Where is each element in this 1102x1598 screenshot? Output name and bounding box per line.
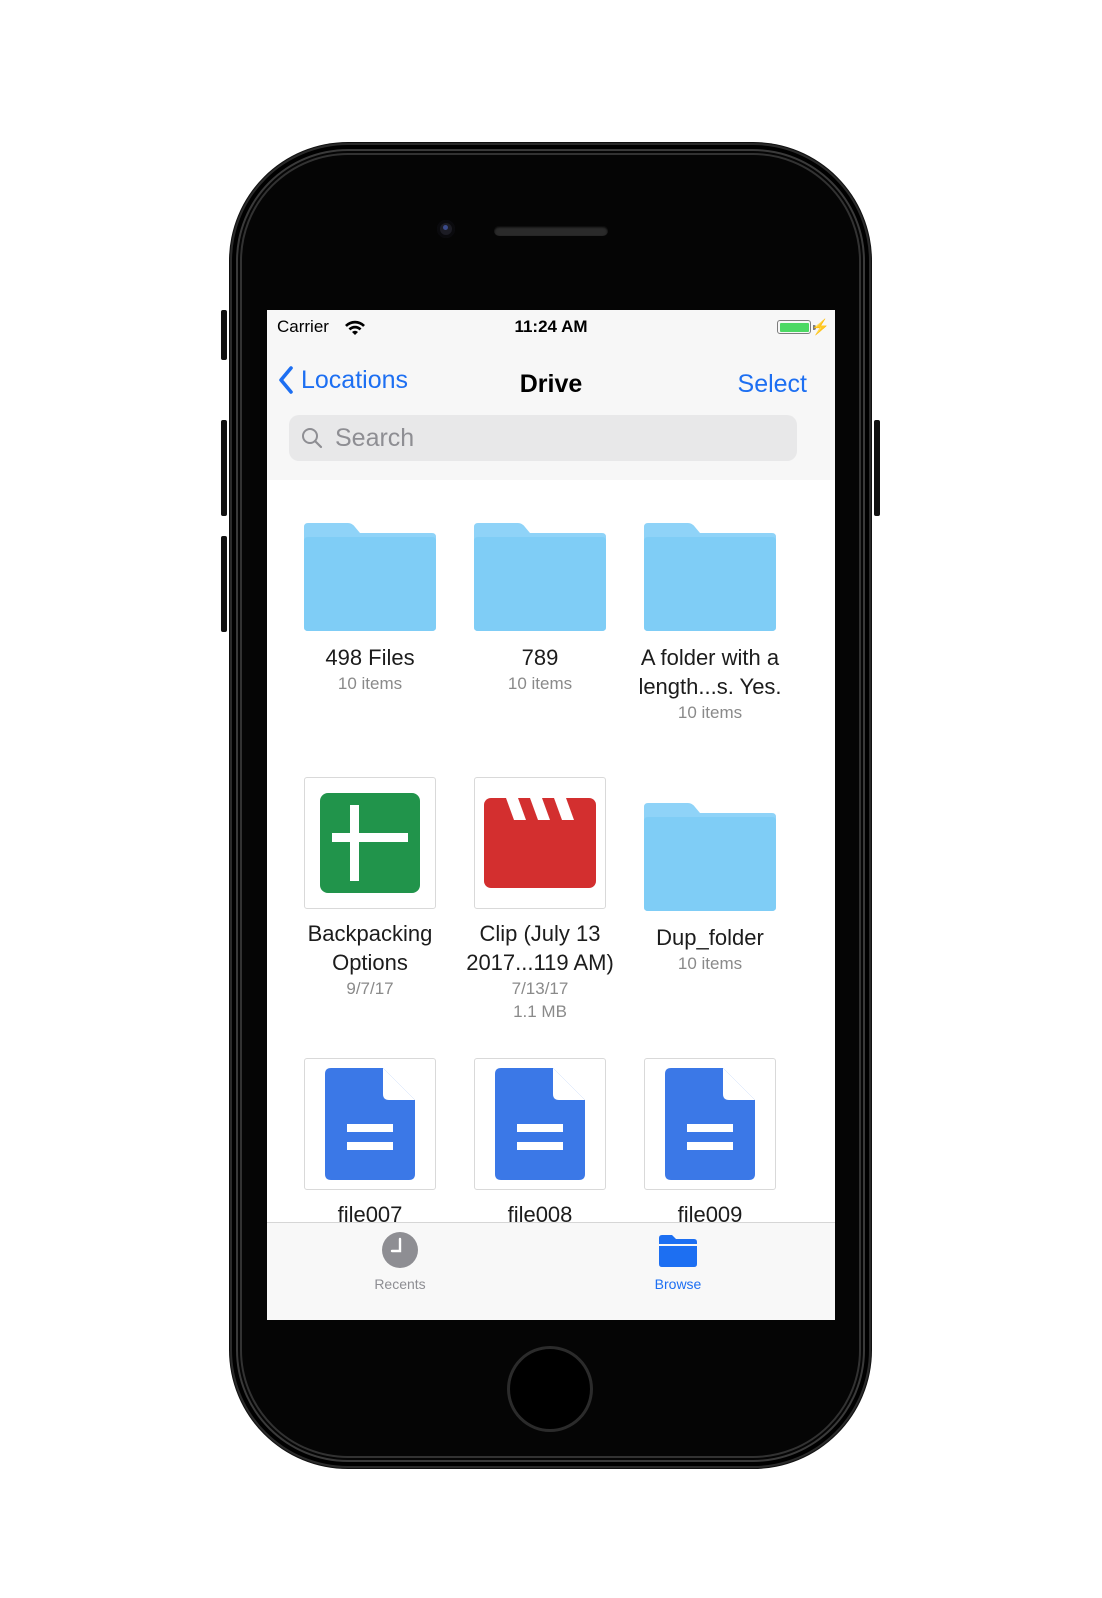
clapperboard-icon	[484, 798, 596, 888]
file-grid: 498 Files 10 items 789 10 items A folder…	[267, 480, 835, 1222]
tab-bar: Recents Browse	[267, 1222, 835, 1320]
tab-browse[interactable]: Browse	[618, 1231, 738, 1292]
item-meta: 10 items	[677, 703, 743, 722]
navigation-bar: Locations Drive Select	[267, 350, 835, 414]
item-name: file008	[507, 1202, 573, 1222]
item-name: 789	[521, 645, 559, 670]
document-thumbnail	[304, 1058, 436, 1190]
item-name: file009	[677, 1202, 743, 1222]
folder-icon	[302, 523, 438, 633]
tab-recents-label: Recents	[374, 1276, 426, 1292]
search-bar-container	[267, 414, 835, 480]
item-meta: 7/13/17	[511, 979, 569, 998]
grid-item-document[interactable]: file009	[625, 1058, 795, 1222]
front-camera	[437, 220, 455, 238]
select-button[interactable]: Select	[738, 370, 807, 399]
grid-item-document[interactable]: file007	[285, 1058, 455, 1222]
search-field[interactable]	[289, 415, 797, 461]
document-thumbnail	[644, 1058, 776, 1190]
document-thumbnail	[474, 1058, 606, 1190]
grid-item-video[interactable]: Clip (July 13 2017...119 AM) 7/13/17 1.1…	[455, 777, 625, 1023]
folder-icon	[642, 803, 778, 913]
folder-icon	[642, 523, 778, 633]
folder-icon	[659, 1235, 697, 1267]
volume-down-button	[221, 536, 227, 632]
item-size: 1.1 MB	[513, 1002, 567, 1021]
clock-icon	[382, 1232, 418, 1268]
item-meta: 10 items	[507, 674, 573, 693]
status-bar: Carrier 11:24 AM ⚡	[267, 310, 835, 350]
tab-browse-label: Browse	[654, 1276, 702, 1292]
search-input[interactable]	[333, 422, 777, 454]
home-button[interactable]	[507, 1346, 593, 1432]
folder-icon	[472, 523, 608, 633]
screen: Carrier 11:24 AM ⚡ Locations Drive Selec…	[267, 310, 835, 1320]
item-name: Backpacking Options	[307, 921, 433, 975]
grid-item-folder[interactable]: 789 10 items	[455, 523, 625, 695]
charging-bolt-icon: ⚡	[811, 319, 830, 336]
grid-item-folder[interactable]: Dup_folder 10 items	[625, 803, 795, 975]
item-meta: 9/7/17	[346, 979, 394, 998]
spreadsheet-icon	[320, 793, 420, 893]
video-thumbnail	[474, 777, 606, 909]
item-name: 498 Files	[325, 645, 415, 670]
battery-icon	[777, 320, 811, 334]
item-name: Clip (July 13 2017...119 AM)	[466, 921, 614, 975]
item-name: A folder with a length...s. Yes.	[638, 645, 782, 699]
document-icon	[495, 1068, 585, 1180]
item-name: Dup_folder	[656, 925, 764, 950]
grid-item-folder[interactable]: 498 Files 10 items	[285, 523, 455, 695]
document-icon	[325, 1068, 415, 1180]
document-icon	[665, 1068, 755, 1180]
earpiece-speaker	[494, 226, 608, 236]
tab-recents[interactable]: Recents	[340, 1231, 460, 1292]
item-meta: 10 items	[337, 674, 403, 693]
grid-item-folder[interactable]: A folder with a length...s. Yes. 10 item…	[625, 523, 795, 724]
search-icon	[302, 428, 323, 449]
power-button	[874, 420, 880, 516]
item-meta: 10 items	[677, 954, 743, 973]
grid-item-document[interactable]: file008	[455, 1058, 625, 1222]
volume-up-button	[221, 420, 227, 516]
grid-item-spreadsheet[interactable]: Backpacking Options 9/7/17	[285, 777, 455, 1000]
item-name: file007	[337, 1202, 403, 1222]
clock-time: 11:24 AM	[514, 317, 588, 336]
spreadsheet-thumbnail	[304, 777, 436, 909]
mute-switch	[221, 310, 227, 360]
